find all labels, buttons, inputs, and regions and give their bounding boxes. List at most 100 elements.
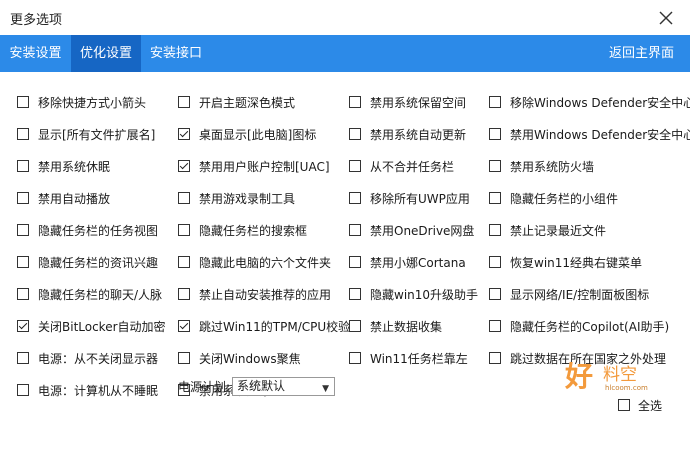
option-checkbox[interactable]: 禁用自动播放	[17, 189, 110, 207]
option-label: 桌面显示[此电脑]图标	[199, 127, 317, 142]
option-checkbox[interactable]: 跳过Win11的TPM/CPU校验	[178, 317, 350, 335]
option-checkbox[interactable]: 关闭BitLocker自动加密	[17, 317, 166, 335]
close-button[interactable]	[652, 4, 680, 32]
chevron-down-icon: ▼	[322, 383, 330, 394]
option-label: 禁用自动播放	[38, 191, 111, 206]
option-label: 关闭Windows聚焦	[199, 351, 301, 366]
option-checkbox[interactable]: 隐藏任务栏的任务视图	[17, 221, 158, 239]
checkbox-icon	[17, 192, 29, 204]
checkbox-icon	[178, 352, 190, 364]
checkbox-icon	[349, 256, 361, 268]
checkbox-icon	[349, 320, 361, 332]
option-checkbox[interactable]: 禁用游戏录制工具	[178, 189, 295, 207]
checkbox-icon	[17, 160, 29, 172]
checkbox-icon	[349, 288, 361, 300]
checkbox-checked-icon	[178, 160, 190, 172]
option-label: 显示网络/IE/控制面板图标	[510, 287, 650, 302]
option-checkbox[interactable]: 禁用系统自动更新	[349, 125, 466, 143]
option-label: 隐藏任务栏的搜索框	[199, 223, 308, 238]
option-checkbox[interactable]: 桌面显示[此电脑]图标	[178, 125, 316, 143]
checkbox-icon	[178, 96, 190, 108]
select-all-checkbox[interactable]: 全选	[618, 396, 662, 414]
option-label: 禁用小娜Cortana	[370, 255, 466, 270]
option-label: 开启主题深色模式	[199, 95, 296, 110]
option-label: 恢复win11经典右键菜单	[510, 255, 643, 270]
checkbox-icon	[489, 160, 501, 172]
option-checkbox[interactable]: 隐藏任务栏的搜索框	[178, 221, 307, 239]
option-label: 禁用Windows Defender安全中心	[510, 127, 690, 142]
checkbox-icon	[349, 128, 361, 140]
option-checkbox[interactable]: 隐藏任务栏的小组件	[489, 189, 618, 207]
checkbox-icon	[178, 256, 190, 268]
option-label: 跳过Win11的TPM/CPU校验	[199, 319, 351, 334]
option-label: 隐藏win10升级助手	[370, 287, 479, 302]
checkbox-icon	[349, 160, 361, 172]
option-label: 禁用系统防火墙	[510, 159, 595, 174]
option-checkbox[interactable]: 禁用用户账户控制[UAC]	[178, 157, 330, 175]
option-checkbox[interactable]: 移除Windows Defender安全中心	[489, 93, 690, 111]
option-checkbox[interactable]: 电源：从不关闭显示器	[17, 349, 158, 367]
option-checkbox[interactable]: 隐藏任务栏的资讯兴趣	[17, 253, 158, 271]
checkbox-icon	[178, 192, 190, 204]
checkbox-icon	[349, 192, 361, 204]
option-checkbox[interactable]: 禁用小娜Cortana	[349, 253, 466, 271]
option-checkbox[interactable]: 从不合并任务栏	[349, 157, 454, 175]
option-checkbox[interactable]: 恢复win11经典右键菜单	[489, 253, 642, 271]
option-checkbox[interactable]: 隐藏此电脑的六个文件夹	[178, 253, 331, 271]
option-checkbox[interactable]: 关闭Windows聚焦	[178, 349, 301, 367]
close-icon	[659, 11, 673, 25]
option-checkbox[interactable]: 禁用系统保留空间	[349, 93, 466, 111]
option-checkbox[interactable]: 隐藏win10升级助手	[349, 285, 478, 303]
checkbox-icon	[618, 399, 630, 411]
option-label: 从不合并任务栏	[370, 159, 455, 174]
option-checkbox[interactable]: 禁用OneDrive网盘	[349, 221, 474, 239]
option-label: 禁用系统休眠	[38, 159, 111, 174]
back-to-main-button[interactable]: 返回主界面	[609, 35, 674, 72]
option-checkbox[interactable]: 显示网络/IE/控制面板图标	[489, 285, 649, 303]
option-label: 禁止数据收集	[370, 319, 443, 334]
watermark-logo: 好 料空 hlcoom.com	[565, 355, 675, 395]
option-checkbox[interactable]: 禁用系统休眠	[17, 157, 110, 175]
checkbox-icon	[17, 224, 29, 236]
option-checkbox[interactable]: 禁用系统防火墙	[489, 157, 594, 175]
option-checkbox[interactable]: 显示[所有文件扩展名]	[17, 125, 155, 143]
checkbox-icon	[17, 256, 29, 268]
option-checkbox[interactable]: 移除所有UWP应用	[349, 189, 470, 207]
option-label: 移除快捷方式小箭头	[38, 95, 147, 110]
checkbox-icon	[17, 128, 29, 140]
checkbox-checked-icon	[178, 320, 190, 332]
option-checkbox[interactable]: 禁止自动安装推荐的应用	[178, 285, 331, 303]
option-label: 电源：计算机从不睡眠	[38, 383, 159, 398]
option-checkbox[interactable]: 移除快捷方式小箭头	[17, 93, 146, 111]
option-checkbox[interactable]: 电源：计算机从不睡眠	[17, 381, 158, 399]
checkbox-icon	[489, 352, 501, 364]
option-label: 禁止自动安装推荐的应用	[199, 287, 332, 302]
option-checkbox[interactable]: 禁用Windows Defender安全中心	[489, 125, 690, 143]
option-label: 禁用系统保留空间	[370, 95, 467, 110]
option-checkbox[interactable]: 禁止记录最近文件	[489, 221, 606, 239]
checkbox-icon	[489, 288, 501, 300]
option-label: 显示[所有文件扩展名]	[38, 127, 156, 142]
option-checkbox[interactable]: 开启主题深色模式	[178, 93, 295, 111]
option-label: 禁用系统自动更新	[370, 127, 467, 142]
option-label: 隐藏此电脑的六个文件夹	[199, 255, 332, 270]
checkbox-icon	[489, 128, 501, 140]
option-checkbox[interactable]: 禁止数据收集	[349, 317, 442, 335]
power-plan-select[interactable]: 系统默认 ▼	[232, 376, 336, 396]
select-all-label: 全选	[638, 398, 663, 413]
tab-optimize-settings[interactable]: 优化设置	[71, 35, 141, 72]
option-checkbox[interactable]: Win11任务栏靠左	[349, 349, 468, 367]
tab-install-interface[interactable]: 安装接口	[141, 35, 211, 72]
option-label: 隐藏任务栏的聊天/人脉	[38, 287, 163, 302]
checkbox-icon	[489, 256, 501, 268]
option-label: 隐藏任务栏的Copilot(AI助手)	[510, 319, 670, 334]
tab-install-settings[interactable]: 安装设置	[0, 35, 71, 72]
option-label: 隐藏任务栏的资讯兴趣	[38, 255, 159, 270]
checkbox-icon	[17, 352, 29, 364]
checkbox-icon	[489, 96, 501, 108]
option-label: 禁用用户账户控制[UAC]	[199, 159, 330, 174]
option-label: 禁用游戏录制工具	[199, 191, 296, 206]
option-checkbox[interactable]: 隐藏任务栏的Copilot(AI助手)	[489, 317, 669, 335]
option-checkbox[interactable]: 隐藏任务栏的聊天/人脉	[17, 285, 162, 303]
checkbox-icon	[17, 96, 29, 108]
